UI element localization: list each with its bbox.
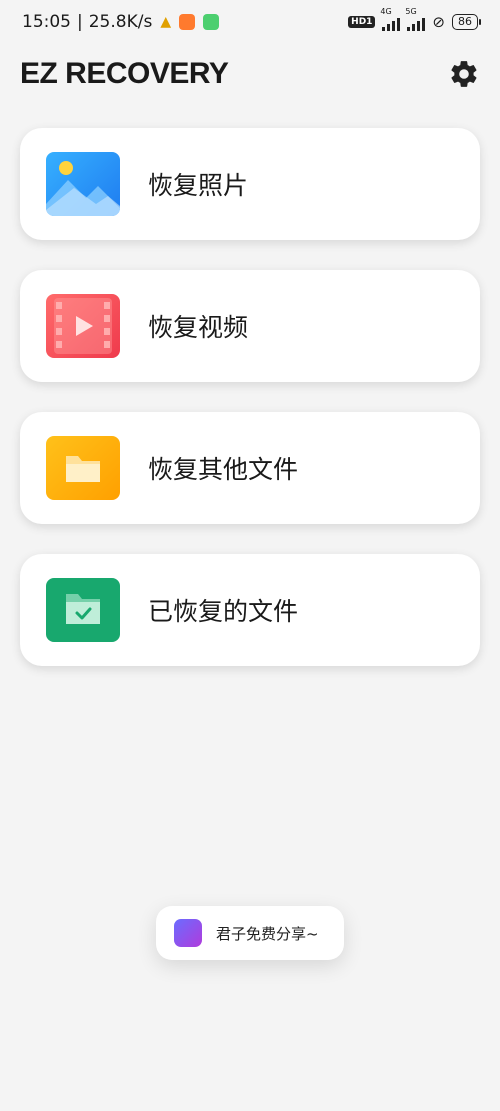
status-left: 15:05 | 25.8K/s ▲ bbox=[22, 12, 220, 32]
toast-text: 君子免费分享~ bbox=[216, 924, 319, 943]
status-right: HD1 4G 5G ⊘ 86 bbox=[348, 7, 481, 31]
recover-videos-card[interactable]: 恢复视频 bbox=[20, 270, 480, 382]
folder-icon bbox=[46, 436, 120, 500]
network-speed: 25.8K/s bbox=[88, 12, 153, 32]
recover-videos-label: 恢复视频 bbox=[148, 313, 249, 342]
video-icon bbox=[46, 294, 120, 358]
recover-other-files-label: 恢复其他文件 bbox=[148, 455, 299, 484]
toast-notification: 君子免费分享~ bbox=[156, 906, 344, 960]
notification-app-icon: ▲ bbox=[160, 14, 172, 30]
recover-photos-label: 恢复照片 bbox=[148, 171, 249, 200]
app-title: EZ RECOVERY bbox=[20, 57, 229, 90]
recover-photos-card[interactable]: 恢复照片 bbox=[20, 128, 480, 240]
recover-other-files-card[interactable]: 恢复其他文件 bbox=[20, 412, 480, 524]
notification-home-icon bbox=[179, 14, 196, 30]
recovered-files-card[interactable]: 已恢复的文件 bbox=[20, 554, 480, 666]
signal-5g-icon: 5G bbox=[405, 7, 426, 31]
hotspot-icon: ⊘ bbox=[432, 13, 445, 31]
status-bar: 15:05 | 25.8K/s ▲ HD1 4G 5G ⊘ 86 bbox=[0, 0, 500, 44]
recovered-files-label: 已恢复的文件 bbox=[148, 597, 299, 626]
status-separator: | bbox=[77, 12, 83, 32]
battery-icon: 86 bbox=[452, 14, 481, 30]
settings-gear-icon[interactable] bbox=[448, 58, 480, 90]
status-time: 15:05 bbox=[22, 12, 71, 32]
signal-4g-icon: 4G bbox=[380, 7, 401, 31]
hd-badge: HD1 bbox=[348, 16, 376, 28]
app-header: EZ RECOVERY bbox=[20, 52, 480, 96]
photo-icon bbox=[46, 152, 120, 216]
notification-tool-icon bbox=[203, 14, 220, 30]
recovered-folder-icon bbox=[46, 578, 120, 642]
toast-app-icon bbox=[174, 919, 202, 947]
